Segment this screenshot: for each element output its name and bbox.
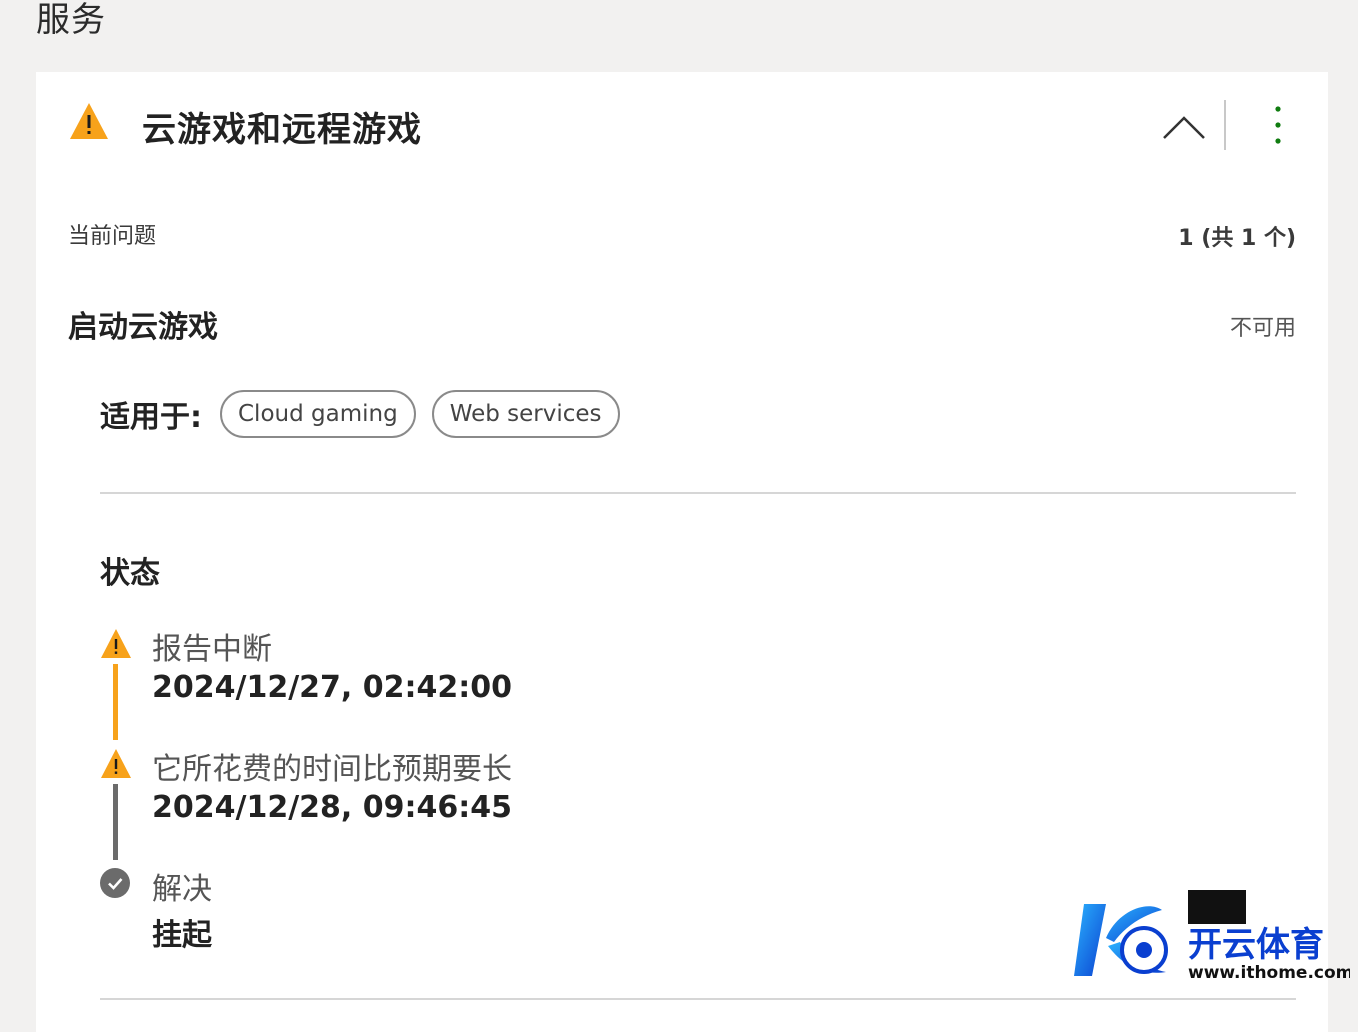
issue-status: 不可用: [1229, 316, 1296, 341]
applies-to-label: 适用于:: [100, 400, 202, 435]
issues-count: 1 (共 1 个): [1178, 226, 1296, 251]
status-heading: 状态: [100, 556, 160, 591]
warning-icon: [101, 629, 131, 658]
timeline-value: 2024/12/27, 02:42:00: [152, 670, 512, 705]
timeline-label: 它所花费的时间比预期要长: [152, 752, 512, 787]
warning-icon: [101, 749, 131, 778]
section-divider: [100, 998, 1296, 1000]
card-title: 云游戏和远程游戏: [142, 110, 422, 150]
header-divider: [1224, 100, 1226, 150]
timeline-label: 解决: [152, 872, 212, 907]
watermark-logo: 开云体育 www.ithome.com: [1074, 890, 1350, 983]
applies-to-row: 适用于: Cloud gaming Web services: [100, 390, 620, 438]
tag-web-services[interactable]: Web services: [431, 390, 620, 438]
watermark-url: www.ithome.com: [1188, 963, 1350, 983]
check-circle-icon: [100, 868, 130, 898]
timeline-value: 挂起: [152, 918, 212, 953]
timeline-connector: [113, 784, 118, 860]
current-issues-label: 当前问题: [68, 224, 157, 249]
watermark-text: 开云体育: [1188, 925, 1324, 965]
timeline-connector: [113, 664, 118, 740]
tag-cloud-gaming[interactable]: Cloud gaming: [220, 390, 416, 438]
section-divider: [100, 492, 1296, 494]
chevron-up-icon[interactable]: [1160, 108, 1208, 144]
timeline-value: 2024/12/28, 09:46:45: [152, 790, 512, 825]
timeline-label: 报告中断: [152, 632, 272, 667]
warning-icon: [70, 103, 108, 139]
more-options-icon[interactable]: [1264, 104, 1292, 146]
issue-title: 启动云游戏: [68, 310, 218, 345]
page-heading: 服务: [36, 0, 106, 40]
